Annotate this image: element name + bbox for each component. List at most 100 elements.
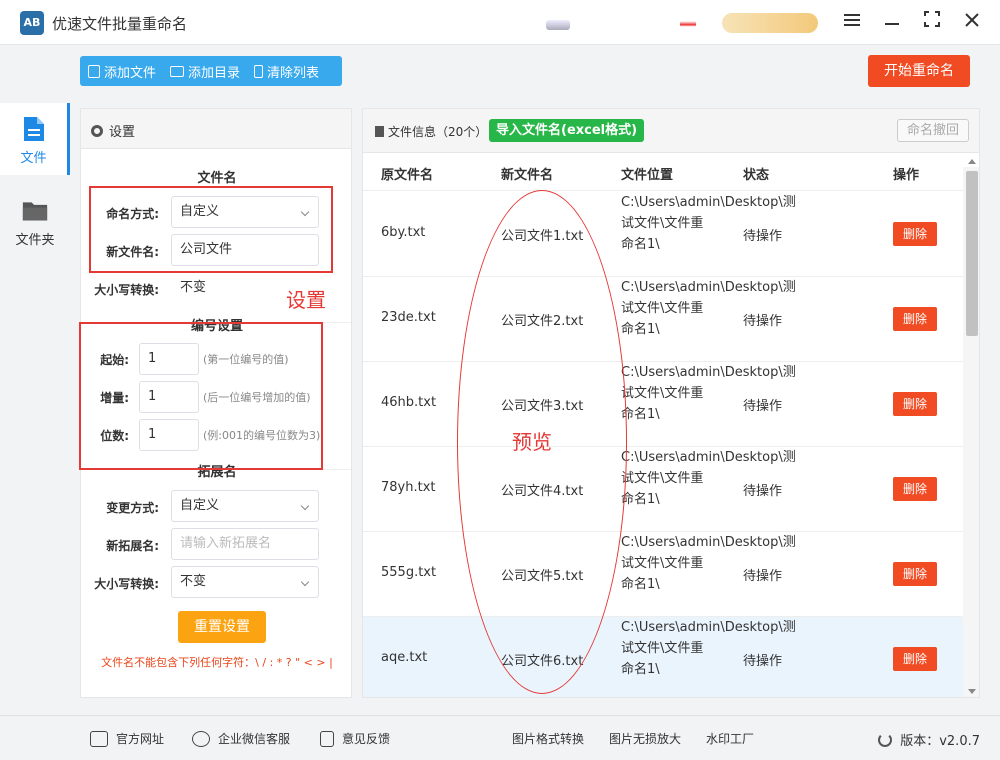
version-info[interactable]: 版本：v2.0.7 (878, 730, 980, 749)
table-row[interactable]: aqe.txt 公司文件6.txt C:\Users\admin\Desktop… (363, 617, 963, 697)
settings-header: 设置 (81, 109, 351, 149)
delete-button[interactable]: 删除 (893, 392, 937, 416)
original-name: 555g.txt (381, 565, 437, 580)
toolbar: 添加文件 添加目录 清除列表 (80, 56, 342, 86)
vertical-scrollbar[interactable] (963, 159, 979, 697)
official-site-link[interactable]: 官方网址 (90, 730, 164, 747)
official-site-label: 官方网址 (116, 732, 165, 746)
nav-item-file[interactable]: 文件 (0, 103, 70, 175)
table-row[interactable]: 78yh.txt 公司文件4.txt C:\Users\admin\Deskto… (363, 447, 963, 532)
delete-button[interactable]: 删除 (893, 562, 937, 586)
ext-case-value: 不变 (180, 574, 207, 589)
left-nav: 文件 文件夹 (0, 45, 70, 715)
gear-icon (91, 125, 103, 137)
file-location: C:\Users\admin\Desktop\测试文件\文件重命名1\ (621, 620, 796, 677)
close-icon[interactable] (960, 10, 984, 34)
feedback-label: 意见反馈 (342, 732, 391, 746)
document-icon (375, 126, 384, 137)
file-count-label: 文件信息（20个） (388, 125, 488, 139)
maximize-icon[interactable] (920, 10, 944, 34)
annotation-settings-label: 设置 (286, 288, 326, 312)
version-label: 版本：v2.0.7 (900, 734, 980, 749)
table-body: 6by.txt 公司文件1.txt C:\Users\admin\Desktop… (363, 192, 963, 697)
ext-mode-value: 自定义 (180, 498, 220, 513)
hamburger-icon[interactable] (840, 10, 864, 34)
table-row[interactable]: 23de.txt 公司文件2.txt C:\Users\admin\Deskto… (363, 277, 963, 362)
wechat-service-link[interactable]: 企业微信客服 (192, 730, 290, 747)
annotation-box-numbering (79, 322, 323, 470)
ext-mode-select[interactable]: 自定义 (171, 490, 319, 522)
minimize-icon[interactable] (880, 10, 904, 34)
folder-icon (170, 65, 185, 77)
file-location: C:\Users\admin\Desktop\测试文件\文件重命名1\ (621, 535, 796, 592)
import-excel-button[interactable]: 导入文件名(excel格式) (489, 119, 645, 142)
col-action: 操作 (893, 168, 920, 183)
new-ext-label: 新拓展名: (106, 539, 159, 553)
title-bar: AB 优速文件批量重命名 (0, 0, 1000, 45)
case-label: 大小写转换: (94, 283, 159, 297)
start-rename-button[interactable]: 开始重命名 (868, 55, 970, 87)
file-location: C:\Users\admin\Desktop\测试文件\文件重命名1\ (621, 280, 796, 337)
add-file-button[interactable]: 添加文件 (88, 62, 156, 81)
file-list-panel: 文件信息（20个） 导入文件名(excel格式) 命名撤回 原文件名 新文件名 … (362, 108, 980, 698)
blurred-badge-icon (680, 14, 696, 32)
annotation-preview-label: 预览 (512, 430, 552, 454)
ext-case-select[interactable]: 不变 (171, 566, 319, 598)
new-ext-input[interactable]: 请输入新拓展名 (171, 528, 319, 560)
table-row[interactable]: 46hb.txt 公司文件3.txt C:\Users\admin\Deskto… (363, 362, 963, 447)
status: 待操作 (743, 654, 783, 669)
delete-button[interactable]: 删除 (893, 647, 937, 671)
delete-button[interactable]: 删除 (893, 307, 937, 331)
footer: 官方网址 企业微信客服 意见反馈 图片格式转换 图片无损放大 水印工厂 版本：v… (0, 715, 1000, 760)
col-original-name: 原文件名 (381, 168, 434, 183)
original-name: 6by.txt (381, 225, 426, 240)
status: 待操作 (743, 229, 783, 244)
image-convert-link[interactable]: 图片格式转换 (512, 730, 584, 747)
col-location: 文件位置 (621, 168, 674, 183)
blurred-widget-icon (546, 20, 570, 30)
table-row[interactable]: 6by.txt 公司文件1.txt C:\Users\admin\Desktop… (363, 192, 963, 277)
chevron-down-icon (300, 501, 310, 511)
file-location: C:\Users\admin\Desktop\测试文件\文件重命名1\ (621, 365, 796, 422)
refresh-icon (878, 732, 893, 747)
chevron-down-icon (300, 577, 310, 587)
feedback-icon (320, 730, 334, 747)
trash-icon (254, 64, 264, 78)
undo-rename-button[interactable]: 命名撤回 (897, 119, 969, 142)
add-file-label: 添加文件 (104, 65, 157, 81)
add-dir-button[interactable]: 添加目录 (170, 62, 240, 81)
website-icon (90, 730, 108, 747)
original-name: aqe.txt (381, 650, 428, 665)
watermark-link[interactable]: 水印工厂 (706, 730, 754, 747)
scroll-down-icon[interactable] (968, 689, 976, 694)
table-row[interactable]: 555g.txt 公司文件5.txt C:\Users\admin\Deskto… (363, 532, 963, 617)
feedback-link[interactable]: 意见反馈 (320, 730, 390, 747)
original-name: 78yh.txt (381, 480, 436, 495)
nav-label: 文件 (20, 151, 47, 166)
scroll-up-icon[interactable] (968, 159, 976, 164)
status: 待操作 (743, 569, 783, 584)
add-file-icon (88, 64, 100, 78)
reset-settings-button[interactable]: 重置设置 (178, 611, 266, 643)
blurred-vip-button[interactable] (722, 13, 818, 33)
col-status: 状态 (743, 168, 770, 183)
original-name: 23de.txt (381, 310, 436, 325)
col-new-name: 新文件名 (501, 168, 554, 183)
clear-list-button[interactable]: 清除列表 (254, 62, 319, 81)
file-icon (23, 117, 44, 141)
annotation-box-filename (89, 186, 333, 273)
original-name: 46hb.txt (381, 395, 437, 410)
image-enlarge-link[interactable]: 图片无损放大 (609, 730, 681, 747)
app-logo-icon: AB (20, 11, 44, 35)
file-info-title: 文件信息（20个） (375, 123, 487, 140)
file-location: C:\Users\admin\Desktop\测试文件\文件重命名1\ (621, 195, 796, 252)
wechat-service-label: 企业微信客服 (218, 732, 291, 746)
app-title: 优速文件批量重命名 (52, 15, 188, 33)
file-list-header: 文件信息（20个） 导入文件名(excel格式) 命名撤回 (363, 109, 979, 153)
nav-item-folder[interactable]: 文件夹 (0, 185, 70, 257)
scroll-thumb[interactable] (966, 171, 978, 336)
filename-section-title: 文件名 (197, 171, 237, 186)
delete-button[interactable]: 删除 (893, 222, 937, 246)
table-header: 原文件名 新文件名 文件位置 状态 操作 (363, 153, 963, 191)
delete-button[interactable]: 删除 (893, 477, 937, 501)
